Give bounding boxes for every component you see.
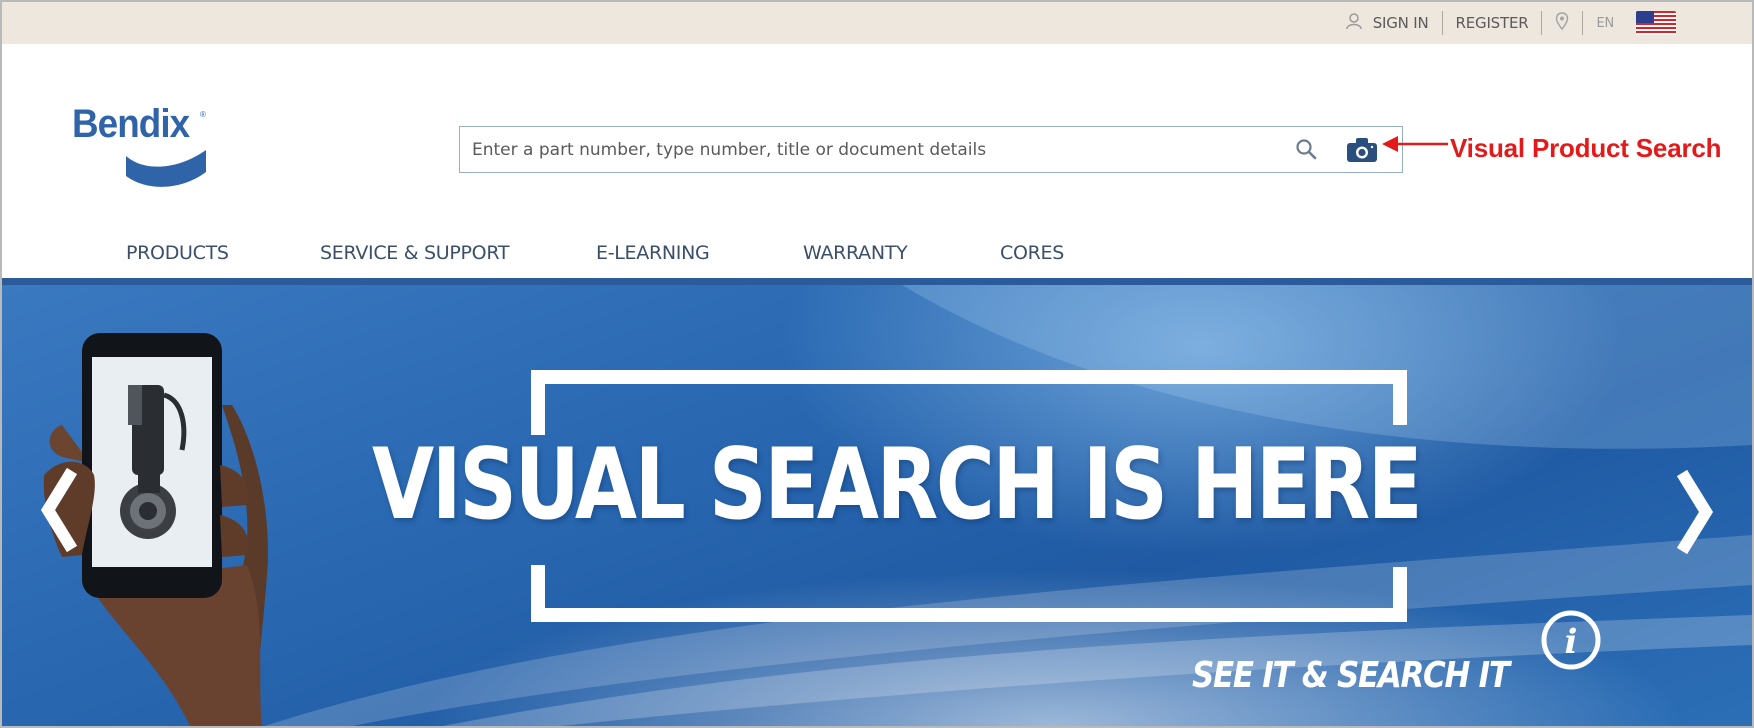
search-bar <box>459 126 1403 173</box>
search-icon[interactable] <box>1294 137 1318 166</box>
sign-in-link[interactable]: SIGN IN <box>1373 14 1429 32</box>
utility-links: SIGN IN REGISTER EN <box>1345 2 1676 44</box>
hero-banner[interactable]: VISUAL SEARCH IS HERE SEE IT & SEARCH IT… <box>2 285 1752 726</box>
logo-text: Bendix <box>72 102 190 146</box>
bendix-logo[interactable]: Bendix ® <box>72 102 212 192</box>
callout-arrow-icon <box>1382 136 1448 152</box>
nav-e-learning[interactable]: E-LEARNING <box>596 242 710 264</box>
carousel-next-arrow[interactable] <box>1674 467 1714 562</box>
info-icon[interactable]: i <box>1540 609 1602 671</box>
divider <box>1541 11 1543 35</box>
svg-text:i: i <box>1565 622 1578 662</box>
hero-title: VISUAL SEARCH IS HERE <box>372 428 1423 542</box>
language-selector[interactable]: EN <box>1596 16 1614 31</box>
visual-product-search-callout: Visual Product Search <box>1450 133 1722 163</box>
carousel-prev-arrow[interactable] <box>40 465 80 560</box>
logo-swoosh-icon <box>126 150 206 187</box>
us-flag-icon[interactable] <box>1636 11 1676 35</box>
search-input[interactable] <box>472 127 1272 172</box>
nav-service-support[interactable]: SERVICE & SUPPORT <box>320 242 509 264</box>
logo-trademark: ® <box>200 110 206 119</box>
hero-subtitle: SEE IT & SEARCH IT <box>1192 655 1510 696</box>
nav-warranty[interactable]: WARRANTY <box>803 242 908 264</box>
browser-frame: SIGN IN REGISTER EN Bendix ® Enter a par… <box>0 0 1754 728</box>
flag-canton <box>1636 11 1654 23</box>
main-nav: PRODUCTS SERVICE & SUPPORT E-LEARNING WA… <box>2 242 1752 274</box>
utility-bar: SIGN IN REGISTER EN <box>2 2 1752 44</box>
nav-divider-bar <box>2 278 1752 285</box>
phone-in-hand-image <box>43 333 268 726</box>
divider <box>1441 11 1443 35</box>
nav-cores[interactable]: CORES <box>1000 242 1064 264</box>
nav-products[interactable]: PRODUCTS <box>126 242 229 264</box>
camera-icon[interactable] <box>1346 137 1378 168</box>
register-link[interactable]: REGISTER <box>1456 14 1529 32</box>
user-icon <box>1345 12 1363 34</box>
divider <box>1582 11 1584 35</box>
map-pin-icon[interactable] <box>1555 12 1569 34</box>
